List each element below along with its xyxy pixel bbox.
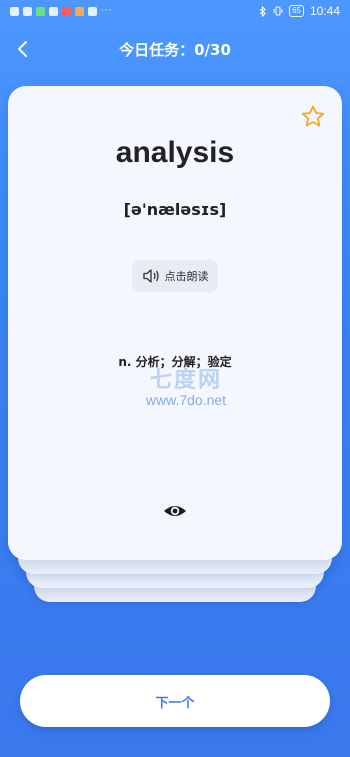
bluetooth-icon bbox=[259, 5, 266, 17]
star-outline-icon bbox=[301, 105, 325, 127]
watermark-url: www.7do.net bbox=[145, 392, 227, 408]
eye-icon bbox=[164, 506, 186, 516]
app-notification-icon bbox=[75, 7, 84, 16]
app-notification-icon bbox=[88, 7, 97, 16]
more-notifications-icon: ··· bbox=[101, 6, 113, 16]
status-bar: ··· 65 10:44 bbox=[0, 0, 350, 28]
battery-level: 65 bbox=[289, 5, 304, 17]
next-button-label: 下一个 bbox=[155, 695, 195, 711]
show-meaning-button[interactable] bbox=[162, 499, 188, 523]
read-aloud-button[interactable]: 点击朗读 bbox=[132, 260, 218, 292]
app-notification-icon bbox=[49, 7, 58, 16]
header: 今日任务：0/30 bbox=[0, 34, 350, 64]
vocab-word: analysis bbox=[115, 136, 235, 169]
phonetic-transcription: [ə'næləsɪs] bbox=[123, 200, 227, 219]
word-card: analysis [ə'næləsɪs] 点击朗读 n. 分析；分解；验定 七度… bbox=[8, 86, 342, 560]
next-button[interactable]: 下一个 bbox=[20, 675, 330, 727]
speaker-icon bbox=[142, 269, 159, 283]
vibrate-icon bbox=[273, 6, 283, 16]
page-title: 今日任务：0/30 bbox=[119, 41, 231, 59]
app-notification-icon bbox=[36, 7, 45, 16]
sim-icon bbox=[10, 7, 19, 16]
word-definition: n. 分析；分解；验定 bbox=[118, 355, 232, 369]
app-notification-icon bbox=[62, 7, 71, 16]
notification-icons: ··· bbox=[10, 7, 113, 16]
wifi-icon bbox=[23, 7, 32, 16]
clock: 10:44 bbox=[309, 4, 340, 18]
read-aloud-label: 点击朗读 bbox=[164, 270, 209, 283]
system-status: 65 10:44 bbox=[259, 4, 340, 18]
favorite-button[interactable] bbox=[300, 104, 326, 130]
